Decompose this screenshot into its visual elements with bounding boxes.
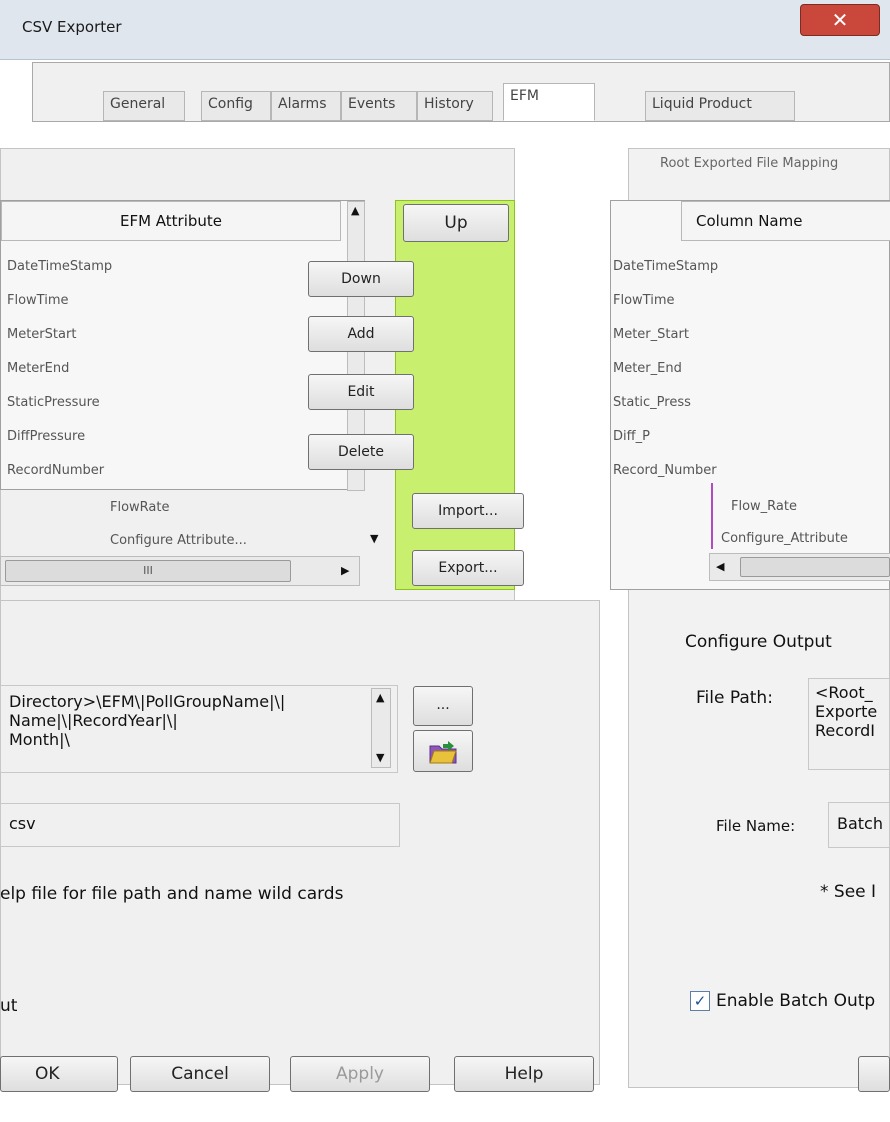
list-item[interactable]: Configure Attribute... [110, 533, 247, 548]
delete-button[interactable]: Delete [308, 434, 414, 470]
tab-strip: General Config Alarms Events History EFM… [32, 62, 890, 122]
up-button[interactable]: Up [403, 204, 509, 242]
file-path-line: Directory>\EFM\|PollGroupName|\| [9, 692, 286, 711]
folder-icon [428, 739, 458, 765]
file-path-field[interactable]: Directory>\EFM\|PollGroupName|\| Name|\|… [0, 685, 398, 773]
enable-batch-label: Enable Batch Outp [716, 991, 876, 1011]
cancel-button[interactable]: Cancel [130, 1056, 270, 1092]
tab-alarms[interactable]: Alarms [271, 91, 341, 121]
list-item[interactable]: StaticPressure [7, 395, 100, 410]
edit-button[interactable]: Edit [308, 374, 414, 410]
tab-general[interactable]: General [103, 91, 185, 121]
file-name-label: File Name: [716, 817, 796, 835]
scroll-up-icon[interactable]: ▲ [376, 691, 384, 704]
file-path-line: Name|\|RecordYear|\| [9, 711, 178, 730]
enable-batch-checkbox[interactable]: ✓ [690, 991, 710, 1011]
open-folder-button[interactable] [413, 730, 473, 772]
efm-attribute-header[interactable]: EFM Attribute [1, 201, 341, 241]
list-item[interactable]: DateTimeStamp [613, 259, 718, 274]
right-group-label: Root Exported File Mapping [660, 156, 839, 171]
apply-button[interactable]: Apply [290, 1056, 430, 1092]
down-button[interactable]: Down [308, 261, 414, 297]
file-path-line: RecordI [815, 721, 875, 740]
column-name-header[interactable]: Column Name [681, 201, 890, 241]
output-label: ut [0, 996, 18, 1016]
horizontal-scrollbar[interactable]: III ▶ [0, 556, 360, 586]
list-item[interactable]: RecordNumber [7, 463, 104, 478]
list-item[interactable]: MeterStart [7, 327, 76, 342]
tab-liquid-product[interactable]: Liquid Product [645, 91, 795, 121]
title-bar [0, 0, 890, 60]
right-horizontal-scrollbar[interactable]: ◀ [709, 553, 890, 581]
right-footer-button[interactable] [858, 1056, 890, 1092]
wildcard-help-note: elp file for file path and name wild car… [0, 884, 344, 904]
tab-config[interactable]: Config [201, 91, 271, 121]
browse-button[interactable]: ... [413, 686, 473, 726]
see-help-note: * See I [820, 882, 877, 902]
dropdown-arrow-icon[interactable]: ▼ [370, 532, 378, 545]
tab-efm[interactable]: EFM [503, 83, 595, 121]
file-path-line: <Root_ [815, 683, 873, 702]
list-item[interactable]: Configure_Attribute [721, 531, 848, 546]
scroll-thumb[interactable] [740, 557, 890, 577]
list-item[interactable]: Record_Number [613, 463, 717, 478]
list-item[interactable]: FlowTime [613, 293, 675, 308]
list-item[interactable]: FlowRate [110, 500, 169, 515]
file-path-line: Exporte [815, 702, 878, 721]
close-button[interactable]: ✕ [800, 4, 880, 36]
tab-history[interactable]: History [417, 91, 493, 121]
add-button[interactable]: Add [308, 316, 414, 352]
ok-button[interactable]: OK [0, 1056, 118, 1092]
export-button[interactable]: Export... [412, 550, 524, 586]
scroll-thumb[interactable]: III [5, 560, 291, 582]
configure-output-title: Configure Output [685, 632, 832, 652]
selection-marker [711, 483, 713, 549]
column-name-list[interactable]: Column Name DateTimeStamp FlowTime Meter… [610, 200, 890, 590]
list-item[interactable]: DateTimeStamp [7, 259, 112, 274]
file-path-label: File Path: [696, 688, 773, 708]
scroll-down-icon[interactable]: ▼ [376, 751, 384, 764]
scroll-up-icon[interactable]: ▲ [351, 204, 359, 217]
tab-events[interactable]: Events [341, 91, 417, 121]
file-name-field[interactable]: csv [0, 803, 400, 847]
list-item[interactable]: Meter_Start [613, 327, 689, 342]
right-file-path-field[interactable]: <Root_ Exporte RecordI [808, 678, 890, 770]
scroll-left-icon[interactable]: ◀ [716, 560, 724, 573]
list-item[interactable]: Flow_Rate [731, 499, 797, 514]
list-item[interactable]: Diff_P [613, 429, 650, 444]
list-item[interactable]: DiffPressure [7, 429, 85, 444]
window-title: CSV Exporter [22, 18, 122, 36]
help-button[interactable]: Help [454, 1056, 594, 1092]
scroll-right-icon[interactable]: ▶ [341, 564, 349, 577]
file-path-line: Month|\ [9, 730, 70, 749]
list-item[interactable]: FlowTime [7, 293, 69, 308]
list-item[interactable]: MeterEnd [7, 361, 69, 376]
path-scrollbar[interactable]: ▲ ▼ [371, 688, 391, 768]
list-item[interactable]: Static_Press [613, 395, 691, 410]
list-item[interactable]: Meter_End [613, 361, 682, 376]
right-file-name-field[interactable]: Batch [828, 802, 890, 848]
import-button[interactable]: Import... [412, 493, 524, 529]
